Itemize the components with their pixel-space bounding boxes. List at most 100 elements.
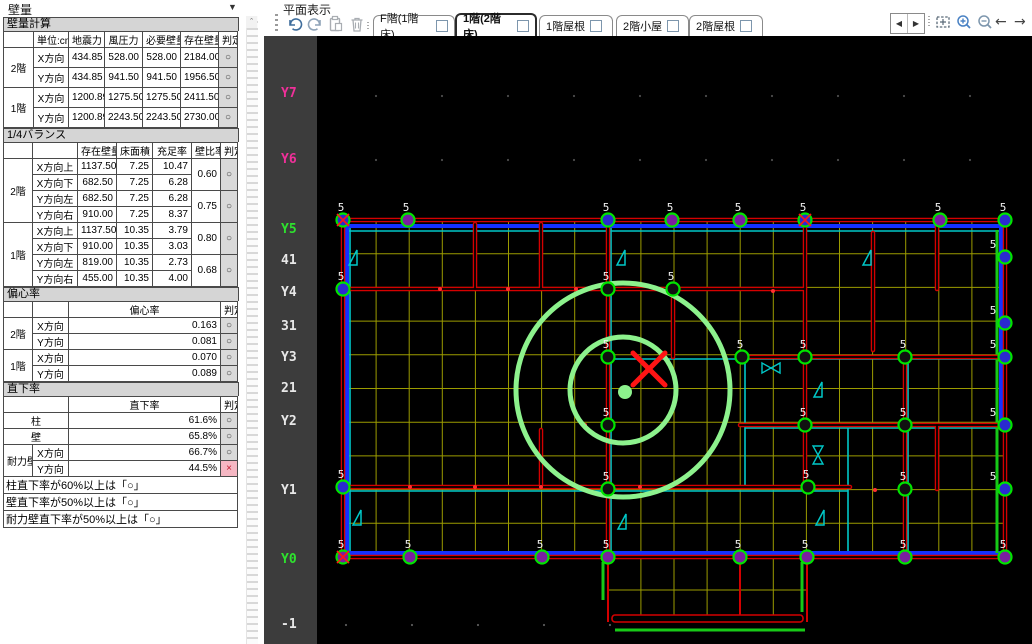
grid-node[interactable] (799, 549, 815, 565)
axis-label: -1 (281, 617, 297, 632)
grid-node[interactable] (997, 549, 1013, 565)
tab-2階小屋[interactable]: 2階小屋 (616, 15, 689, 36)
next-icon[interactable]: ▶ (908, 14, 924, 33)
table-cell: 6.28 (152, 190, 192, 207)
grid-node[interactable] (797, 417, 813, 433)
table-cell: 必要壁量 (142, 31, 181, 48)
node-value-label: 5 (735, 538, 742, 551)
zoom-out-icon[interactable] (976, 13, 994, 31)
paste-icon[interactable] (327, 15, 345, 33)
grid-node[interactable] (335, 281, 351, 297)
redo-icon[interactable] (306, 15, 324, 33)
axis-label: 31 (281, 319, 297, 334)
tab-checkbox[interactable] (590, 20, 603, 32)
grid-node[interactable] (997, 315, 1013, 331)
table-row: Y方向左 682.50 7.25 6.28 0.75 ○ (4, 190, 238, 223)
table-cell: 0.80 (191, 222, 221, 255)
table-cell: Y方向右 (32, 206, 78, 223)
grid-node[interactable] (534, 549, 550, 565)
tab-checkbox[interactable] (667, 20, 680, 32)
fit-screen-icon[interactable] (934, 13, 952, 31)
grid-node[interactable] (400, 212, 416, 228)
judge-cell: ○ (218, 47, 238, 68)
grid-node[interactable] (335, 479, 351, 495)
panel-scrollbar[interactable] (246, 16, 258, 644)
grid-node[interactable] (797, 349, 813, 365)
judge-cell: ○ (220, 158, 238, 191)
grid-node[interactable] (600, 281, 616, 297)
plan-canvas: Y7 Y6 Y5 41 Y4 31 Y3 21 Y2 Y1 Y0 -1 5 5 5 5 5 5 5 5 5 5 5 5 5 5 5 5… (264, 36, 1032, 644)
tab-F階(1階床)[interactable]: F階(1階床) (373, 13, 455, 41)
tab-checkbox[interactable] (517, 19, 529, 32)
judge-cell: ○ (220, 412, 238, 429)
tab-2階屋根[interactable]: 2階屋根 (689, 15, 763, 36)
grid-node[interactable] (800, 479, 816, 495)
table-cell: 2階 (3, 47, 34, 88)
node-value-label: 5 (405, 538, 412, 551)
table-cell: 壁 (3, 428, 69, 445)
pan-left-icon[interactable]: ← (995, 14, 1007, 30)
grid-node[interactable] (997, 417, 1013, 433)
node-value-label: 5 (900, 338, 907, 351)
tab-checkbox[interactable] (740, 20, 753, 32)
prev-icon[interactable]: ◀ (891, 14, 908, 33)
table-cell: 耐力壁直下率が50%以上は「○」 (3, 510, 238, 528)
calc-table: 単位:cm地震力風圧力必要壁量存在壁量判定2階X方向434.85528.0052… (3, 31, 238, 128)
grid-node[interactable] (897, 417, 913, 433)
grid-node[interactable] (997, 249, 1013, 265)
table-cell: 1275.50 (142, 87, 181, 108)
grid-node[interactable] (932, 212, 948, 228)
table-cell: 66.7% (68, 444, 221, 461)
table-cell: 8.37 (152, 206, 192, 223)
table-cell: Y方向 (33, 107, 69, 128)
grid-node[interactable] (600, 549, 616, 565)
delete-icon[interactable] (348, 15, 366, 33)
table-cell: X方向 (32, 317, 69, 334)
axis-label: 21 (281, 381, 297, 396)
grid-node[interactable] (600, 349, 616, 365)
grid-node[interactable] (665, 281, 681, 297)
grid-node[interactable] (997, 349, 1013, 365)
node-value-label: 5 (603, 338, 610, 351)
grid-node[interactable] (664, 212, 680, 228)
table-cell (3, 396, 69, 413)
floor-plan-drawing[interactable]: Y7 Y6 Y5 41 Y4 31 Y3 21 Y2 Y1 Y0 -1 5 5 5 5 5 5 5 5 5 5 5 5 5 5 5 5… (264, 36, 1032, 644)
grid-node[interactable] (897, 481, 913, 497)
tab-1階(2階床)[interactable]: 1階(2階床) (455, 13, 537, 41)
table-cell: 7.25 (116, 190, 153, 207)
section-title: 壁量計算 (3, 17, 239, 31)
grid-node[interactable] (600, 417, 616, 433)
grid-node[interactable] (600, 212, 616, 228)
grid-node[interactable] (897, 549, 913, 565)
panel-collapse-icon[interactable]: ▼ (228, 2, 237, 12)
undo-icon[interactable] (286, 15, 304, 33)
tab-1階屋根[interactable]: 1階屋根 (539, 15, 613, 36)
grid-node[interactable] (897, 349, 913, 365)
table-cell: 7.25 (116, 174, 153, 191)
node-value-label: 5 (802, 538, 809, 551)
grid-node[interactable] (997, 481, 1013, 497)
table-cell: X方向 (32, 444, 69, 461)
grid-node[interactable] (997, 212, 1013, 228)
table-row: 耐力壁X方向66.7%○ (3, 444, 238, 477)
splitter-grip[interactable] (275, 14, 278, 34)
pan-right-icon[interactable]: → (1014, 14, 1026, 30)
zoom-in-icon[interactable] (955, 13, 973, 31)
table-cell (3, 31, 34, 48)
table-cell: 2階 (3, 317, 33, 350)
table-cell: 434.85 (68, 47, 105, 68)
node-value-label: 5 (900, 406, 907, 419)
grid-node[interactable] (734, 349, 750, 365)
axis-label: Y4 (281, 285, 297, 300)
table-cell: Y方向 (32, 333, 69, 350)
node-value-label: 5 (603, 270, 610, 283)
grid-node[interactable] (732, 549, 748, 565)
table-cell: 434.85 (68, 67, 105, 88)
grid-node[interactable] (732, 212, 748, 228)
table-cell: X方向 (33, 87, 69, 108)
grid-node[interactable] (402, 549, 418, 565)
table-cell: 0.089 (68, 365, 221, 382)
scroll-up-icon[interactable]: ⌃ (246, 16, 257, 28)
grid-node[interactable] (600, 481, 616, 497)
tab-checkbox[interactable] (436, 20, 448, 32)
